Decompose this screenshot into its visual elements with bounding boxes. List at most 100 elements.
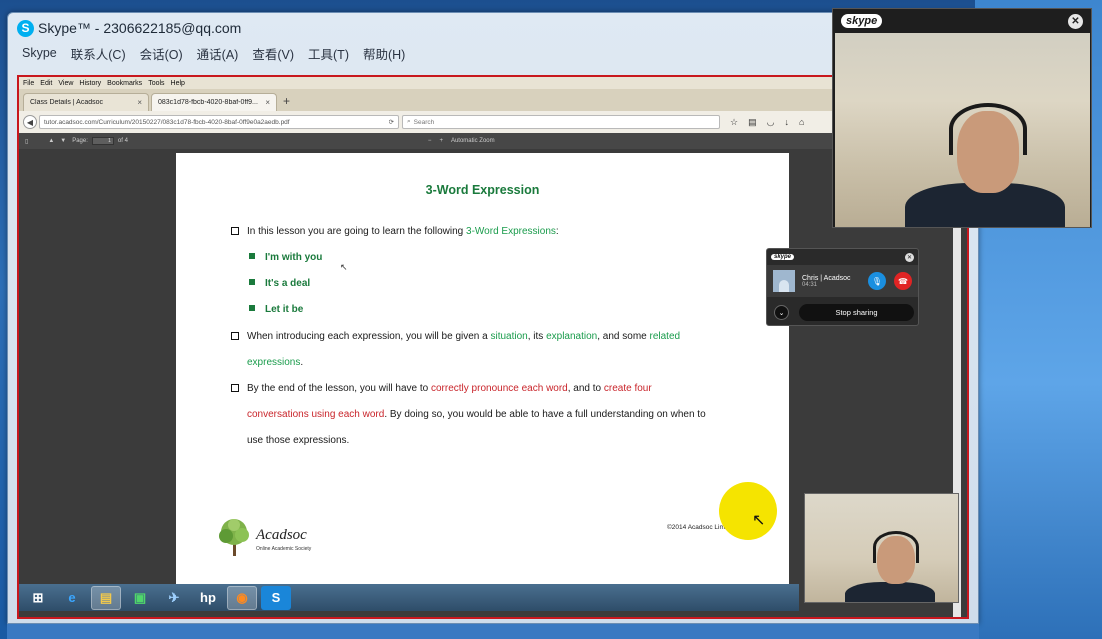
file-explorer-icon[interactable]: ▤ bbox=[91, 585, 121, 610]
menu-help[interactable]: 帮助(H) bbox=[363, 44, 405, 63]
bullet-end-cont-1: conversations using each word. By doing … bbox=[247, 402, 706, 428]
menu-conversations[interactable]: 会话(O) bbox=[140, 44, 183, 63]
menu-view[interactable]: 查看(V) bbox=[252, 44, 294, 63]
tab-pdf[interactable]: 083c1d78-fbcb-4020-8baf-0ff9... × bbox=[151, 93, 277, 111]
zoom-select[interactable]: Automatic Zoom bbox=[451, 138, 495, 144]
cursor-highlight bbox=[719, 482, 777, 540]
chevron-down-icon[interactable]: ⌄ bbox=[774, 305, 789, 320]
download-icon[interactable]: ↓ bbox=[784, 117, 789, 127]
checkbox-bullet-icon bbox=[231, 227, 239, 235]
bookmark-star-icon[interactable]: ☆ bbox=[730, 117, 738, 128]
stop-sharing-button[interactable]: Stop sharing bbox=[799, 304, 914, 321]
text: , its bbox=[527, 331, 547, 342]
hp-icon[interactable]: hp bbox=[193, 586, 223, 610]
search-placeholder: Search bbox=[413, 118, 435, 126]
page-label: Page: bbox=[72, 138, 88, 144]
menu-call[interactable]: 通话(A) bbox=[197, 44, 239, 63]
bullet-introducing-cont: expressions. bbox=[247, 350, 303, 376]
ff-menu-tools[interactable]: Tools bbox=[148, 80, 164, 87]
ff-menu-help[interactable]: Help bbox=[171, 80, 185, 87]
windows-taskbar: ⊞ e ▤ ▣ ✈ hp ◉ S bbox=[19, 584, 799, 611]
search-icon: ⌕ bbox=[407, 118, 411, 125]
expression-text: It's a deal bbox=[265, 278, 311, 289]
windows-start-icon[interactable]: ⊞ bbox=[23, 586, 53, 610]
bullet-end-cont-2: use those expressions. bbox=[247, 435, 350, 446]
participant-info: Chris | Acadsoc 04:31 bbox=[802, 275, 851, 288]
bullet-end-of-lesson: By the end of the lesson, you will have … bbox=[231, 376, 652, 402]
firefox-tab-strip: Class Details | Acadsoc × 083c1d78-fbcb-… bbox=[19, 89, 967, 111]
url-text: tutor.acadsoc.com/Curriculum/20150227/08… bbox=[44, 118, 290, 126]
reload-icon[interactable]: ⟳ bbox=[389, 118, 394, 126]
pdf-toolbar: ▯ ▲ ▼ Page: 1 of 4 − + Automatic Zoom bbox=[19, 133, 967, 149]
highlight-red: correctly pronounce each word bbox=[431, 383, 568, 394]
text: By the end of the lesson, you will have … bbox=[247, 383, 431, 394]
tab-close-icon[interactable]: × bbox=[265, 98, 270, 107]
popup-header: skype ✕ bbox=[771, 251, 914, 263]
text: : bbox=[555, 226, 559, 237]
square-bullet-icon bbox=[249, 279, 255, 285]
firefox-icon[interactable]: ◉ bbox=[227, 585, 257, 610]
text: When introducing each expression, you wi… bbox=[247, 331, 491, 342]
ff-menu-file[interactable]: File bbox=[23, 80, 34, 87]
new-tab-button[interactable]: + bbox=[283, 94, 290, 108]
url-bar[interactable]: tutor.acadsoc.com/Curriculum/20150227/08… bbox=[39, 115, 399, 129]
reading-list-icon[interactable]: ▤ bbox=[748, 117, 757, 128]
highlight: expressions bbox=[247, 357, 301, 368]
highlight-red: create four bbox=[603, 383, 652, 394]
text: , and some bbox=[597, 331, 650, 342]
ff-menu-bookmarks[interactable]: Bookmarks bbox=[107, 80, 142, 87]
tab-label: 083c1d78-fbcb-4020-8baf-0ff9... bbox=[158, 99, 258, 106]
back-icon[interactable]: ◀ bbox=[23, 115, 37, 129]
sword-icon[interactable]: ✈ bbox=[159, 586, 189, 610]
home-icon[interactable]: ⌂ bbox=[799, 117, 804, 127]
prev-page-icon[interactable]: ▲ bbox=[48, 138, 54, 144]
tab-class-details[interactable]: Class Details | Acadsoc × bbox=[23, 93, 149, 111]
zoom-out-button[interactable]: − bbox=[428, 138, 432, 144]
menu-tools[interactable]: 工具(T) bbox=[308, 44, 349, 63]
expression-item: I'm with you bbox=[249, 245, 322, 271]
ff-menu-view[interactable]: View bbox=[58, 80, 73, 87]
page-number-input[interactable]: 1 bbox=[91, 137, 114, 145]
sidebar-toggle-icon[interactable]: ▯ bbox=[25, 138, 28, 145]
highlight-red: conversations using each word bbox=[247, 409, 385, 420]
text: . By doing so, you would be able to have… bbox=[384, 409, 706, 420]
text: In this lesson you are going to learn th… bbox=[247, 226, 467, 237]
person-body bbox=[845, 582, 935, 602]
mouse-pointer-icon: ↖ bbox=[752, 512, 766, 529]
store-icon[interactable]: ▣ bbox=[125, 586, 155, 610]
menu-contacts[interactable]: 联系人(C) bbox=[71, 44, 126, 63]
internet-explorer-icon[interactable]: e bbox=[57, 586, 87, 610]
highlight: related bbox=[649, 331, 681, 342]
self-video-preview bbox=[804, 493, 959, 603]
close-icon[interactable]: ✕ bbox=[1068, 13, 1083, 29]
text: , and to bbox=[567, 383, 604, 394]
skype-logo-icon: S bbox=[17, 19, 34, 37]
ff-menu-history[interactable]: History bbox=[79, 80, 101, 87]
zoom-in-button[interactable]: + bbox=[439, 138, 443, 144]
microphone-icon[interactable]: 🎙 bbox=[868, 272, 886, 290]
checkbox-bullet-icon bbox=[231, 332, 239, 340]
next-page-icon[interactable]: ▼ bbox=[60, 138, 66, 144]
headphones bbox=[949, 103, 1027, 155]
acadsoc-logo-text: Acadsoc bbox=[256, 527, 307, 543]
skype-badge: skype bbox=[771, 254, 795, 260]
checkbox-bullet-icon bbox=[231, 384, 239, 392]
video-header: skype ✕ bbox=[833, 9, 1091, 33]
square-bullet-icon bbox=[249, 253, 255, 259]
expression-text: I'm with you bbox=[265, 252, 323, 263]
search-field[interactable]: ⌕ Search bbox=[402, 115, 720, 129]
skype-window-title: Skype™ - 2306622185@qq.com bbox=[38, 20, 242, 36]
text: . bbox=[300, 357, 304, 368]
skype-badge: skype bbox=[841, 14, 883, 28]
close-icon[interactable]: ✕ bbox=[905, 252, 914, 262]
ff-menu-edit[interactable]: Edit bbox=[40, 80, 52, 87]
tab-close-icon[interactable]: × bbox=[137, 98, 142, 107]
menu-skype[interactable]: Skype bbox=[22, 46, 57, 60]
expression-item: It's a deal bbox=[249, 271, 310, 297]
skype-icon[interactable]: S bbox=[261, 585, 291, 610]
pocket-icon[interactable]: ◡ bbox=[767, 117, 775, 128]
end-call-icon[interactable]: ☎ bbox=[894, 272, 912, 290]
firefox-menubar: File Edit View History Bookmarks Tools H… bbox=[19, 77, 967, 89]
call-participant-row: Chris | Acadsoc 04:31 🎙 ☎ bbox=[767, 265, 918, 297]
highlight: 3-Word Expressions bbox=[466, 226, 556, 237]
